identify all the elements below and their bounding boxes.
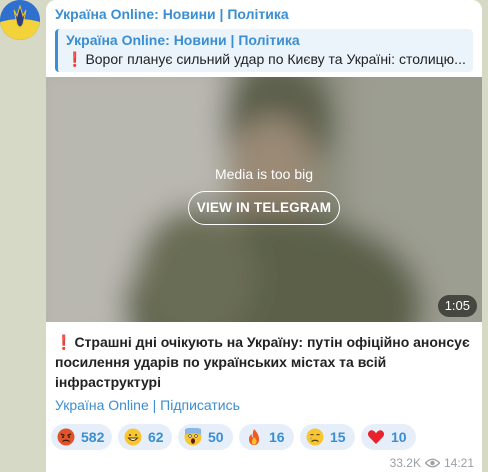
reaction-screaming[interactable]: 50 (178, 424, 233, 450)
reply-preview[interactable]: Україна Online: Новини | Політика ❗ Ворог… (55, 29, 473, 72)
reaction-crying[interactable]: 15 (300, 424, 355, 450)
angry-face-icon (57, 428, 75, 446)
exclamation-icon: ❗ (66, 51, 84, 67)
grinning-face-icon (124, 428, 142, 446)
reaction-heart[interactable]: 10 (361, 424, 416, 450)
message-meta: 33.2K 14:21 (390, 455, 474, 470)
reaction-count: 16 (269, 429, 285, 445)
reply-title: Україна Online: Новини | Політика (66, 32, 300, 48)
reaction-count: 15 (330, 429, 346, 445)
fire-icon (249, 429, 259, 445)
reaction-count: 10 (391, 429, 407, 445)
reaction-grinning[interactable]: 62 (118, 424, 172, 450)
post-text: Страшні дні очікують на Україну: путін о… (55, 334, 470, 390)
ukraine-emblem-icon (0, 0, 40, 40)
reaction-fire[interactable]: 16 (239, 424, 294, 450)
video-preview[interactable]: Media is too big VIEW IN TELEGRAM 1:05 (46, 77, 482, 322)
video-duration-badge: 1:05 (437, 295, 477, 317)
reaction-count: 62 (148, 429, 164, 445)
crying-face-icon (306, 428, 324, 446)
reaction-count: 582 (81, 429, 105, 445)
post-text-block: ❗ Страшні дні очікують на Україну: путін … (55, 332, 475, 392)
view-count: 33.2K (389, 455, 421, 470)
reaction-angry[interactable]: 582 (51, 424, 112, 450)
channel-name[interactable]: Україна Online: Новини | Політика (55, 6, 289, 22)
message-bubble: Україна Online: Новини | Політика Україн… (46, 0, 482, 472)
reaction-count: 50 (208, 429, 224, 445)
screaming-face-icon (184, 428, 202, 446)
exclamation-icon: ❗ (55, 334, 73, 350)
reply-text-row: ❗ Ворог планує сильний удар по Києву та У… (66, 51, 470, 68)
reply-text: Ворог планує сильний удар по Києву та Ук… (85, 51, 466, 67)
view-in-telegram-button[interactable]: VIEW IN TELEGRAM (188, 191, 340, 225)
media-too-big-notice: Media is too big (214, 166, 314, 182)
subscribe-link[interactable]: Україна Online | Підписатись (55, 397, 240, 413)
red-heart-icon (367, 430, 385, 444)
eye-icon (424, 458, 440, 468)
message-time: 14:21 (443, 455, 474, 470)
channel-avatar[interactable] (0, 0, 40, 40)
